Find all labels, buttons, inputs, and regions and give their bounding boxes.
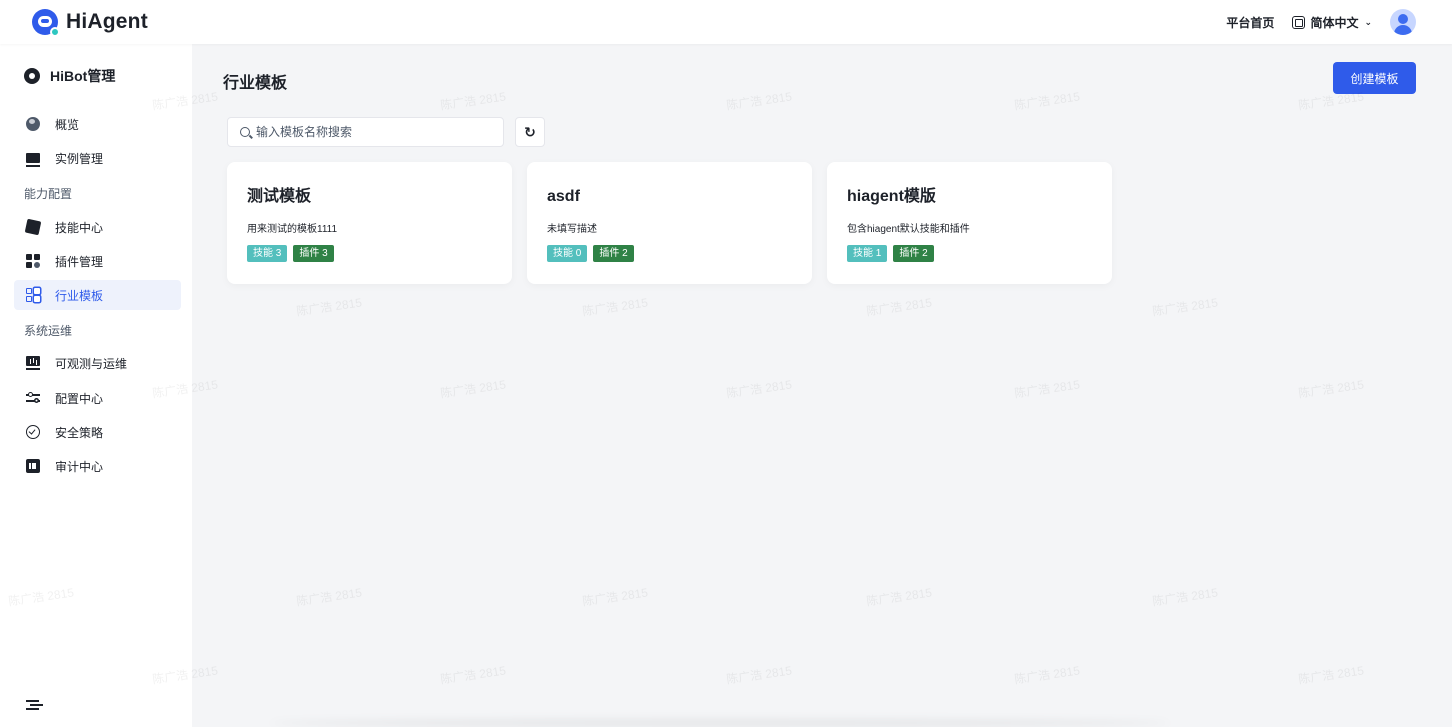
sidebar-item-config[interactable]: 配置中心 — [14, 383, 181, 413]
chart-icon — [26, 356, 40, 370]
sidebar-item-instances[interactable]: 实例管理 — [14, 143, 181, 173]
card-title: hiagent模版 — [847, 188, 936, 205]
card-description: 未填写描述 — [547, 224, 597, 235]
puzzle-icon — [24, 218, 42, 236]
skill-count-tag: 技能 0 — [547, 245, 588, 262]
sidebar-header-label: HiBot管理 — [50, 68, 116, 84]
watermark: 陈广浩 2815 — [865, 585, 933, 609]
template-card[interactable]: 测试模板 用来测试的模板1111 技能 3 插件 3 — [227, 162, 512, 284]
card-title: asdf — [547, 188, 580, 205]
refresh-icon: ↻ — [524, 123, 536, 140]
globe-icon — [26, 117, 40, 131]
template-card[interactable]: asdf 未填写描述 技能 0 插件 2 — [527, 162, 812, 284]
watermark: 陈广浩 2815 — [1151, 585, 1219, 609]
watermark: 陈广浩 2815 — [725, 89, 793, 113]
plugin-count-tag: 插件 2 — [893, 245, 934, 262]
chevron-down-icon: ⌄ — [1364, 16, 1372, 27]
watermark: 陈广浩 2815 — [1151, 295, 1219, 319]
collapse-sidebar-icon[interactable] — [26, 700, 39, 710]
blocks-icon — [26, 254, 40, 268]
watermark: 陈广浩 2815 — [581, 295, 649, 319]
language-label: 简体中文 — [1310, 15, 1359, 30]
skill-count-tag: 技能 1 — [847, 245, 888, 262]
platform-home-link[interactable]: 平台首页 — [1226, 14, 1274, 31]
sidebar-group-ops: 系统运维 — [24, 324, 73, 338]
sidebar-group-capability: 能力配置 — [24, 187, 73, 201]
sidebar-item-observability[interactable]: 可观测与运维 — [14, 348, 181, 378]
watermark: 陈广浩 2815 — [439, 377, 507, 401]
sidebar-item-plugins[interactable]: 插件管理 — [14, 246, 181, 276]
watermark: 陈广浩 2815 — [1013, 663, 1081, 687]
sidebar-item-label: 审计中心 — [55, 459, 104, 474]
watermark: 陈广浩 2815 — [725, 663, 793, 687]
brand[interactable]: HiAgent — [32, 9, 148, 37]
sidebar-item-security[interactable]: 安全策略 — [14, 417, 181, 447]
monitor-icon — [26, 153, 40, 167]
sidebar-item-label: 可观测与运维 — [55, 356, 128, 371]
sidebar-item-label: 概览 — [55, 117, 80, 132]
page-title: 行业模板 — [223, 75, 288, 92]
watermark: 陈广浩 2815 — [725, 377, 793, 401]
search-icon — [240, 127, 250, 137]
plugin-count-tag: 插件 3 — [293, 245, 334, 262]
watermark: 陈广浩 2815 — [1297, 377, 1365, 401]
watermark: 陈广浩 2815 — [1013, 377, 1081, 401]
card-title: 测试模板 — [247, 188, 312, 205]
watermark: 陈广浩 2815 — [581, 585, 649, 609]
sidebar-item-overview[interactable]: 概览 — [14, 109, 181, 139]
hibot-gear-icon — [24, 68, 40, 84]
user-avatar[interactable] — [1390, 9, 1416, 35]
watermark: 陈广浩 2815 — [865, 295, 933, 319]
sidebar-item-audit[interactable]: 审计中心 — [14, 451, 181, 481]
card-description: 用来测试的模板1111 — [247, 224, 338, 235]
sidebar-item-label: 插件管理 — [55, 254, 104, 269]
watermark: 陈广浩 2815 — [295, 295, 363, 319]
bottom-shadow — [270, 719, 1170, 727]
language-icon — [1292, 15, 1306, 29]
brand-name: HiAgent — [66, 10, 148, 33]
grid-icon — [26, 288, 40, 302]
sidebar-item-label: 实例管理 — [55, 151, 104, 166]
sidebar: HiBot管理 概览 实例管理 能力配置 技能中心 插件管理 行业模板 系统运维… — [0, 44, 192, 727]
sidebar-header: HiBot管理 — [0, 58, 192, 94]
language-selector[interactable]: 简体中文 ⌄ — [1292, 14, 1372, 31]
search-input[interactable] — [256, 125, 496, 139]
sidebar-item-label: 安全策略 — [55, 425, 104, 440]
audit-icon — [26, 459, 40, 473]
watermark: 陈广浩 2815 — [1013, 89, 1081, 113]
shield-check-icon — [26, 425, 40, 439]
watermark: 陈广浩 2815 — [295, 585, 363, 609]
refresh-button[interactable]: ↻ — [515, 117, 545, 147]
sliders-icon — [26, 391, 40, 405]
watermark: 陈广浩 2815 — [439, 663, 507, 687]
search-box[interactable] — [227, 117, 504, 147]
hiagent-logo-icon — [32, 9, 60, 37]
sidebar-item-label: 技能中心 — [55, 220, 104, 235]
card-description: 包含hiagent默认技能和插件 — [847, 224, 970, 235]
watermark: 陈广浩 2815 — [1297, 663, 1365, 687]
sidebar-item-skills[interactable]: 技能中心 — [14, 212, 181, 242]
sidebar-item-industry-templates[interactable]: 行业模板 — [14, 280, 181, 310]
watermark: 陈广浩 2815 — [439, 89, 507, 113]
sidebar-item-label: 行业模板 — [55, 288, 104, 303]
plugin-count-tag: 插件 2 — [593, 245, 634, 262]
top-bar: HiAgent 平台首页 简体中文 ⌄ — [0, 0, 1452, 44]
create-template-button[interactable]: 创建模板 — [1333, 62, 1416, 94]
sidebar-item-label: 配置中心 — [55, 391, 104, 406]
skill-count-tag: 技能 3 — [247, 245, 288, 262]
template-card[interactable]: hiagent模版 包含hiagent默认技能和插件 技能 1 插件 2 — [827, 162, 1112, 284]
